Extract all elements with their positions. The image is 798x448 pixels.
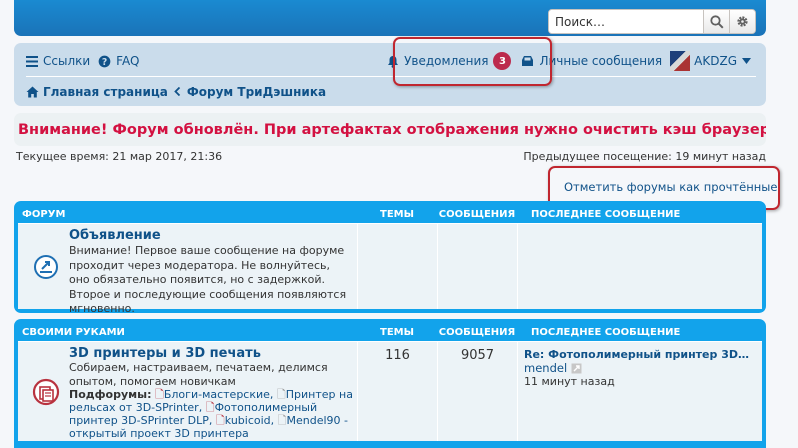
forum-row: 3D принтеры и 3D печать Собираем, настра… bbox=[18, 341, 762, 441]
last-post-column-header: Последнее сообщение bbox=[531, 326, 681, 338]
subforum-icon: 🗋 bbox=[205, 401, 215, 414]
question-icon: ? bbox=[98, 55, 111, 67]
subforum-link[interactable]: Блоги-мастерские bbox=[164, 388, 270, 401]
posts-count: 9057 bbox=[437, 342, 517, 441]
last-post-time: 11 минут назад bbox=[524, 375, 615, 388]
home-icon bbox=[26, 86, 39, 97]
faq-link[interactable]: ? FAQ bbox=[98, 54, 139, 68]
breadcrumb-home[interactable]: Главная страница bbox=[43, 85, 168, 99]
breadcrumb: Главная страница Форум ТриДэшника bbox=[26, 76, 756, 100]
category-header: Своими руками Темы Сообщения Последнее с… bbox=[18, 323, 762, 341]
last-visit: Предыдущее посещение: 19 минут назад bbox=[523, 150, 766, 163]
chevron-left-icon bbox=[174, 87, 180, 96]
search-input[interactable] bbox=[549, 10, 703, 33]
forum-description: Внимание! Первое ваше сообщение на форум… bbox=[69, 244, 347, 315]
subforum-icon: 🗋 bbox=[276, 388, 286, 401]
last-post-cell: Re: Фотополимерный принтер 3D… mendel 11… bbox=[517, 342, 762, 441]
last-post-column-header: Последнее сообщение bbox=[531, 208, 681, 220]
navbar: Ссылки ? FAQ Уведомления 3 Личные сообще… bbox=[14, 43, 766, 106]
posts-count bbox=[437, 224, 517, 309]
forum-unread-subforums-icon bbox=[32, 378, 60, 405]
subforum-icon: 🗋 bbox=[277, 414, 287, 427]
forum-title[interactable]: 3D принтеры и 3D печать bbox=[69, 346, 353, 361]
search-box bbox=[548, 9, 756, 34]
mark-forums-read-link[interactable]: Отметить форумы как прочтённые bbox=[564, 180, 777, 194]
forum-description: Собираем, настраиваем, печатаем, делимся… bbox=[69, 361, 328, 388]
notifications-highlight bbox=[393, 37, 552, 86]
forum-row: Объявление Внимание! Первое ваше сообщен… bbox=[18, 223, 762, 315]
subforums-list: Подфорумы: 🗋Блоги-мастерские, 🗋Принтер н… bbox=[69, 388, 353, 440]
username: AKDZG bbox=[694, 54, 737, 68]
svg-text:?: ? bbox=[102, 56, 107, 67]
search-icon bbox=[709, 14, 724, 29]
caret-down-icon bbox=[742, 58, 751, 64]
subforum-icon: 🗋 bbox=[155, 388, 164, 401]
links-menu[interactable]: Ссылки bbox=[26, 54, 90, 68]
private-messages-label: Личные сообщения bbox=[539, 54, 663, 68]
subforum-link[interactable]: kubicoid bbox=[225, 414, 271, 427]
forum-category-block: Своими руками Темы Сообщения Последнее с… bbox=[14, 319, 766, 448]
links-label: Ссылки bbox=[43, 54, 91, 68]
posts-column-header: Сообщения bbox=[438, 326, 516, 338]
subforum-icon: 🗋 bbox=[215, 414, 225, 427]
update-notice: Внимание! Форум обновлён. При артефактах… bbox=[14, 113, 766, 146]
advanced-search-button[interactable] bbox=[729, 10, 755, 33]
avatar bbox=[670, 51, 691, 71]
last-post-title[interactable]: Re: Фотополимерный принтер 3D… bbox=[524, 348, 756, 361]
forum-category-block: Форум Темы Сообщения Последнее сообщение… bbox=[14, 201, 766, 315]
category-title[interactable]: Форум bbox=[18, 209, 357, 220]
posts-column-header: Сообщения bbox=[438, 208, 516, 220]
view-latest-post-icon[interactable] bbox=[571, 363, 582, 374]
topics-column-header: Темы bbox=[380, 208, 414, 220]
forum-read-icon bbox=[34, 254, 58, 279]
last-post-author[interactable]: mendel bbox=[524, 361, 567, 375]
breadcrumb-forum[interactable]: Форум ТриДэшника bbox=[187, 85, 326, 99]
subforums-label: Подфорумы: bbox=[69, 388, 152, 401]
notice-text: Внимание! Форум обновлён. При артефактах… bbox=[18, 121, 766, 138]
last-post-cell bbox=[517, 224, 762, 309]
faq-label: FAQ bbox=[116, 54, 140, 68]
gear-icon bbox=[737, 16, 748, 27]
category-header: Форум Темы Сообщения Последнее сообщение bbox=[18, 205, 762, 223]
user-menu[interactable]: AKDZG bbox=[670, 51, 756, 71]
search-button[interactable] bbox=[703, 10, 729, 33]
category-title[interactable]: Своими руками bbox=[18, 327, 357, 338]
topics-count bbox=[357, 224, 437, 309]
current-time: Текущее время: 21 мар 2017, 21:36 bbox=[16, 150, 223, 163]
forum-title[interactable]: Объявление bbox=[69, 228, 353, 243]
time-bar: Текущее время: 21 мар 2017, 21:36 Предыд… bbox=[16, 150, 766, 163]
menu-icon bbox=[26, 55, 38, 67]
topics-count: 116 bbox=[357, 342, 437, 441]
topics-column-header: Темы bbox=[380, 326, 414, 338]
